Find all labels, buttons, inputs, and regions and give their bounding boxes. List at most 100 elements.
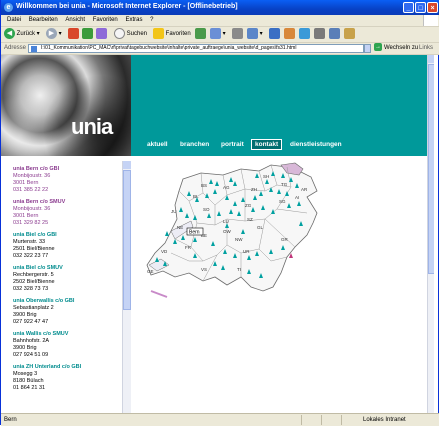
forward-arrow-icon: ▶ — [46, 28, 57, 39]
office-marker[interactable] — [165, 231, 169, 236]
nav-dienstleistungen[interactable]: dienstleistungen — [290, 141, 342, 148]
contact-name[interactable]: unia Biel c/o SMUV — [13, 265, 121, 272]
contact-line: 3900 Brig — [13, 312, 37, 318]
zone-indicator: Lokales Intranet — [363, 417, 406, 423]
back-arrow-icon: ◀ — [4, 28, 15, 39]
cut-button[interactable] — [314, 28, 325, 41]
unia-logo[interactable]: unia — [71, 114, 113, 140]
refresh-icon — [82, 28, 93, 39]
nav-branchen[interactable]: branchen — [180, 141, 209, 148]
nav-kontakt[interactable]: kontakt — [251, 139, 283, 150]
discuss-icon — [269, 28, 280, 39]
contact-entry: unia Biel c/o SMUV Rechbergerstr. 5 2502 B… — [13, 265, 121, 293]
links-button[interactable]: Links — [419, 43, 433, 54]
edit-button[interactable]: ▾ — [247, 28, 263, 41]
switzerland-map: BS SH TG BL AG ZH AR AI JU SO LU ZG SZ SG NE BE OW NW GL UR… — [131, 161, 434, 413]
back-label: Zurück — [16, 31, 36, 38]
contact-name[interactable]: unia Bern c/o SMUV — [13, 199, 121, 206]
canton-label: GL — [257, 225, 264, 230]
contact-entry: unia ZH Unterland c/o GBI Mosegg 3 8180 Bü… — [13, 364, 121, 392]
canton-label: BL — [193, 194, 199, 199]
address-dropdown-button[interactable] — [364, 44, 371, 53]
contact-name[interactable]: unia Oberwallis c/o GBI — [13, 298, 121, 305]
page-content: unia aktuell branchen portrait kontakt d… — [1, 55, 434, 413]
header-photo — [1, 55, 131, 156]
research-button[interactable] — [299, 28, 310, 41]
contact-entry: unia Oberwallis c/o GBI Sebastianplatz 23… — [13, 298, 121, 326]
history-icon — [195, 28, 206, 39]
canton-label: AG — [223, 185, 230, 190]
canton-label: VS — [201, 267, 207, 272]
map-svg: BSSHTGBLAG ZH ARAIJU SOLUZGSZSGNEBEOWNWGLUR… — [146, 162, 318, 298]
page-icon — [31, 46, 37, 52]
close-button[interactable]: × — [427, 2, 438, 13]
history-button[interactable] — [195, 28, 206, 41]
contact-line: 2501 Biel/Bienne — [13, 246, 55, 252]
contact-line: 2502 Biel/Bienne — [13, 279, 55, 285]
contact-line: Monbijoustr. 36 — [13, 206, 51, 212]
menu-help[interactable]: ? — [150, 15, 153, 26]
address-url: I:\01_Kommunikation\PC_MAC\rf\privat\tag… — [41, 45, 297, 51]
contact-line: Monbijoustr. 36 — [13, 173, 51, 179]
go-button[interactable]: → Wechseln zu — [374, 43, 418, 54]
nav-aktuell[interactable]: aktuell — [147, 141, 168, 148]
browser-window: e Willkommen bei unia - Microsoft Intern… — [0, 0, 439, 426]
status-text: Bern — [4, 417, 17, 423]
status-bar: Bern Lokales Intranet — [1, 413, 439, 426]
bern-highlight-label: Bern — [189, 230, 200, 236]
contact-line: Murtenstr. 33 — [13, 239, 46, 245]
sidebar-scrollbar[interactable] — [122, 161, 131, 413]
contact-name[interactable]: unia Biel c/o GBI — [13, 232, 121, 239]
menu-ansicht[interactable]: Ansicht — [65, 15, 85, 26]
windows-flag-icon — [423, 15, 438, 26]
page-scrollbar[interactable] — [427, 55, 434, 413]
logo-text: unia — [71, 114, 113, 139]
forward-button[interactable]: ▶ ▾ — [46, 28, 62, 41]
edit-icon — [247, 28, 258, 39]
menu-bearbeiten[interactable]: Bearbeiten — [29, 15, 58, 26]
scroll-thumb[interactable] — [123, 170, 131, 310]
minimize-button[interactable]: _ — [403, 2, 414, 13]
contact-name[interactable]: unia Bern c/o GBI — [13, 166, 121, 173]
scroll-up-arrow-icon[interactable] — [123, 161, 131, 169]
address-input[interactable]: I:\01_Kommunikation\PC_MAC\rf\privat\tag… — [28, 44, 364, 53]
contact-line: Sebastianplatz 2 — [13, 305, 54, 311]
contact-name[interactable]: unia Wallis c/o SMUV — [13, 331, 121, 338]
paste-button[interactable] — [344, 28, 355, 41]
canton-label: UR — [243, 249, 250, 254]
go-arrow-icon: → — [374, 43, 382, 52]
home-button[interactable] — [96, 28, 107, 41]
menu-favoriten[interactable]: Favoriten — [93, 15, 118, 26]
print-button[interactable] — [232, 28, 243, 41]
search-button[interactable]: Suchen — [114, 28, 147, 41]
canton-label: LU — [223, 219, 229, 224]
canton-label: JU — [171, 209, 177, 214]
stop-button[interactable] — [68, 28, 79, 41]
contact-line: 032 322 23 77 — [13, 253, 49, 259]
messenger-button[interactable] — [284, 28, 295, 41]
page-scroll-thumb[interactable] — [428, 64, 434, 274]
ie-logo-icon: e — [4, 3, 13, 12]
copy-button[interactable] — [329, 28, 340, 41]
contact-line: Rechbergerstr. 5 — [13, 272, 54, 278]
menu-datei[interactable]: Datei — [7, 15, 21, 26]
refresh-button[interactable] — [82, 28, 93, 41]
canton-label: TI — [237, 267, 241, 272]
contact-line: Mosegg 3 — [13, 371, 38, 377]
mail-button[interactable]: ▾ — [210, 28, 226, 41]
canton-label: ZG — [245, 203, 252, 208]
contact-line: 3001 Bern — [13, 213, 39, 219]
nav-portrait[interactable]: portrait — [221, 141, 244, 148]
contact-name[interactable]: unia ZH Unterland c/o GBI — [13, 364, 121, 371]
menu-extras[interactable]: Extras — [125, 15, 142, 26]
favorites-button[interactable]: Favoriten — [153, 28, 191, 41]
contact-entry: unia Bern c/o GBI Monbijoustr. 36 3001 Ber… — [13, 166, 121, 194]
toolbar: ◀ Zurück ▾ ▶ ▾ Suchen Favoriten ▾ ▾ — [1, 27, 439, 43]
page-scroll-up-arrow-icon[interactable] — [428, 55, 434, 63]
discuss-button[interactable] — [269, 28, 280, 41]
maximize-button[interactable]: □ — [415, 2, 426, 13]
favorites-label: Favoriten — [165, 31, 191, 38]
back-button[interactable]: ◀ Zurück ▾ — [4, 28, 40, 41]
contact-line: 3001 Bern — [13, 180, 39, 186]
canton-label: SH — [263, 174, 269, 179]
